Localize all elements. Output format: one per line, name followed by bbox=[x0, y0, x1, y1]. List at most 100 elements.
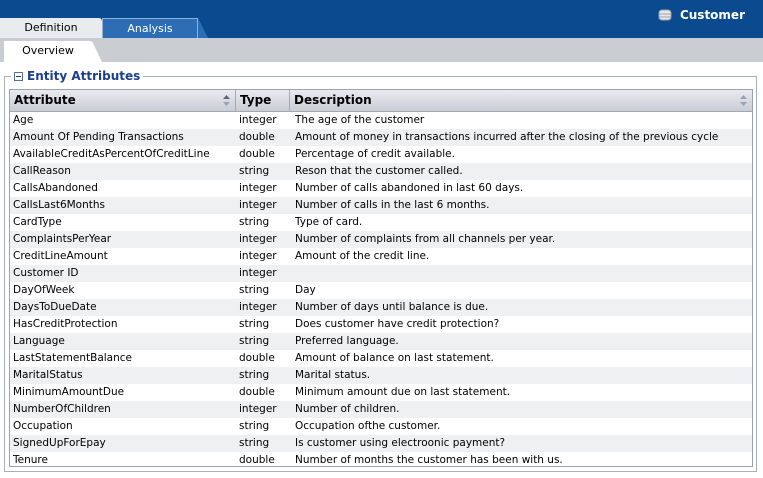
tab-definition[interactable]: Definition bbox=[0, 18, 112, 38]
description-cell: Number of calls abandoned in last 60 day… bbox=[295, 182, 524, 194]
table-row[interactable]: ComplaintsPerYear integer Number of compla… bbox=[10, 231, 752, 248]
attribute-cell: Age bbox=[13, 114, 34, 126]
type-cell: double bbox=[239, 148, 275, 160]
attribute-cell: CreditLineAmount bbox=[13, 250, 108, 262]
attribute-cell: Amount Of Pending Transactions bbox=[13, 131, 184, 143]
entity-name: Customer bbox=[679, 8, 745, 22]
table-row[interactable]: Amount Of Pending Transactions double Amou… bbox=[10, 129, 752, 146]
tab-overview[interactable]: Overview bbox=[4, 41, 102, 62]
attribute-cell: CallReason bbox=[13, 165, 71, 177]
column-header-description[interactable]: Description bbox=[290, 90, 752, 111]
description-cell bbox=[290, 265, 752, 282]
type-cell: string bbox=[239, 284, 270, 296]
attribute-cell: SignedUpForEpay bbox=[13, 437, 106, 449]
description-cell: Amount of balance on last statement. bbox=[295, 352, 494, 364]
attribute-cell: CallsLast6Months bbox=[13, 199, 106, 211]
table-row[interactable]: AvailableCreditAsPercentOfCreditLine doub… bbox=[10, 146, 752, 163]
table-row[interactable]: MaritalStatus string Marital status. bbox=[10, 367, 752, 384]
collapse-icon[interactable] bbox=[14, 71, 23, 81]
attribute-cell: DaysToDueDate bbox=[13, 301, 97, 313]
type-cell: integer bbox=[239, 182, 277, 194]
type-cell: integer bbox=[239, 114, 277, 126]
table-header: Attribute Type Description bbox=[10, 90, 752, 112]
attribute-cell: CallsAbandoned bbox=[13, 182, 98, 194]
attribute-cell: Language bbox=[13, 335, 65, 347]
type-cell: string bbox=[239, 216, 270, 228]
type-cell: double bbox=[239, 352, 275, 364]
description-cell: Number of calls in the last 6 months. bbox=[295, 199, 490, 211]
description-cell: Number of children. bbox=[295, 403, 400, 415]
table-row[interactable]: Occupation string Occupation ofthe custome… bbox=[10, 418, 752, 435]
description-cell: Does customer have credit protection? bbox=[295, 318, 500, 330]
attribute-cell: AvailableCreditAsPercentOfCreditLine bbox=[13, 148, 210, 160]
description-cell: Percentage of credit available. bbox=[295, 148, 455, 160]
description-cell: Marital status. bbox=[295, 369, 371, 381]
description-cell: Minimum amount due on last statement. bbox=[295, 386, 511, 398]
table-row[interactable]: NumberOfChildren integer Number of childre… bbox=[10, 401, 752, 418]
table-row[interactable]: CallReason string Reson that the customer … bbox=[10, 163, 752, 180]
column-header-attribute[interactable]: Attribute bbox=[10, 90, 236, 111]
section-title: Entity Attributes bbox=[27, 69, 141, 83]
type-cell: integer bbox=[239, 233, 277, 245]
type-cell: string bbox=[239, 369, 270, 381]
sort-icon[interactable] bbox=[740, 95, 747, 106]
table-row[interactable]: LastStatementBalance double Amount of bala… bbox=[10, 350, 752, 367]
description-cell: Day bbox=[295, 284, 316, 296]
table-row[interactable]: Age integer The age of the customer bbox=[10, 112, 752, 129]
table-row[interactable]: CallsAbandoned integer Number of calls aba… bbox=[10, 180, 752, 197]
description-cell: The age of the customer bbox=[295, 114, 425, 126]
table-row[interactable]: SignedUpForEpay string Is customer using e… bbox=[10, 435, 752, 452]
type-cell: integer bbox=[239, 250, 277, 262]
type-cell: double bbox=[239, 386, 275, 398]
type-cell: integer bbox=[239, 199, 277, 211]
attribute-cell: ComplaintsPerYear bbox=[13, 233, 112, 245]
table-row[interactable]: CallsLast6Months integer Number of calls i… bbox=[10, 197, 752, 214]
sort-icon[interactable] bbox=[223, 95, 230, 106]
attribute-cell: Occupation bbox=[13, 420, 73, 432]
attribute-cell: LastStatementBalance bbox=[13, 352, 133, 364]
attribute-cell: Customer ID bbox=[13, 267, 79, 279]
description-cell: Amount of the credit line. bbox=[295, 250, 430, 262]
section-legend: Entity Attributes bbox=[11, 69, 144, 83]
table-row[interactable]: Tenure double Number of months the custome… bbox=[10, 452, 752, 466]
attribute-cell: CardType bbox=[13, 216, 62, 228]
table-row[interactable]: DayOfWeek string Day bbox=[10, 282, 752, 299]
type-cell: string bbox=[239, 165, 270, 177]
type-cell: double bbox=[239, 131, 275, 143]
table-row[interactable]: HasCreditProtection string Does customer h… bbox=[10, 316, 752, 333]
database-icon bbox=[658, 9, 672, 21]
type-cell: integer bbox=[239, 403, 277, 415]
attribute-cell: HasCreditProtection bbox=[13, 318, 118, 330]
top-navigation-bar: Definition Analysis Customer bbox=[0, 0, 763, 38]
type-cell: integer bbox=[239, 301, 277, 313]
attribute-cell: MaritalStatus bbox=[13, 369, 83, 381]
description-cell: Number of complaints from all channels p… bbox=[295, 233, 556, 245]
sub-tab-bar: Overview bbox=[0, 38, 763, 62]
table-row[interactable]: DaysToDueDate integer Number of days until… bbox=[10, 299, 752, 316]
type-cell: double bbox=[239, 454, 275, 466]
type-cell: string bbox=[239, 318, 270, 330]
table-row[interactable]: MinimumAmountDue double Minimum amount due… bbox=[10, 384, 752, 401]
description-cell: Amount of money in transactions incurred… bbox=[295, 131, 719, 143]
entity-title: Customer bbox=[658, 8, 745, 22]
table-row[interactable]: CardType string Type of card. bbox=[10, 214, 752, 231]
description-cell: Is customer using electroonic payment? bbox=[295, 437, 506, 449]
description-cell: Type of card. bbox=[295, 216, 363, 228]
attributes-table: Attribute Type Description Age integer The… bbox=[9, 89, 753, 467]
table-body: Age integer The age of the customer Amount … bbox=[10, 112, 752, 466]
attribute-cell: MinimumAmountDue bbox=[13, 386, 125, 398]
table-row[interactable]: CreditLineAmount integer Amount of the cre… bbox=[10, 248, 752, 265]
column-header-type[interactable]: Type bbox=[236, 90, 290, 111]
description-cell: Number of months the customer has been w… bbox=[295, 454, 563, 466]
type-cell: string bbox=[239, 335, 270, 347]
type-cell: integer bbox=[239, 267, 277, 279]
attribute-cell: Tenure bbox=[13, 454, 48, 466]
description-cell: Reson that the customer called. bbox=[295, 165, 463, 177]
attribute-cell: NumberOfChildren bbox=[13, 403, 111, 415]
tab-analysis[interactable]: Analysis bbox=[102, 18, 208, 38]
table-row[interactable]: Language string Preferred language. bbox=[10, 333, 752, 350]
description-cell: Number of days until balance is due. bbox=[295, 301, 489, 313]
type-cell: string bbox=[239, 437, 270, 449]
description-cell: Preferred language. bbox=[295, 335, 399, 347]
table-row[interactable]: Customer ID integer bbox=[10, 265, 752, 282]
